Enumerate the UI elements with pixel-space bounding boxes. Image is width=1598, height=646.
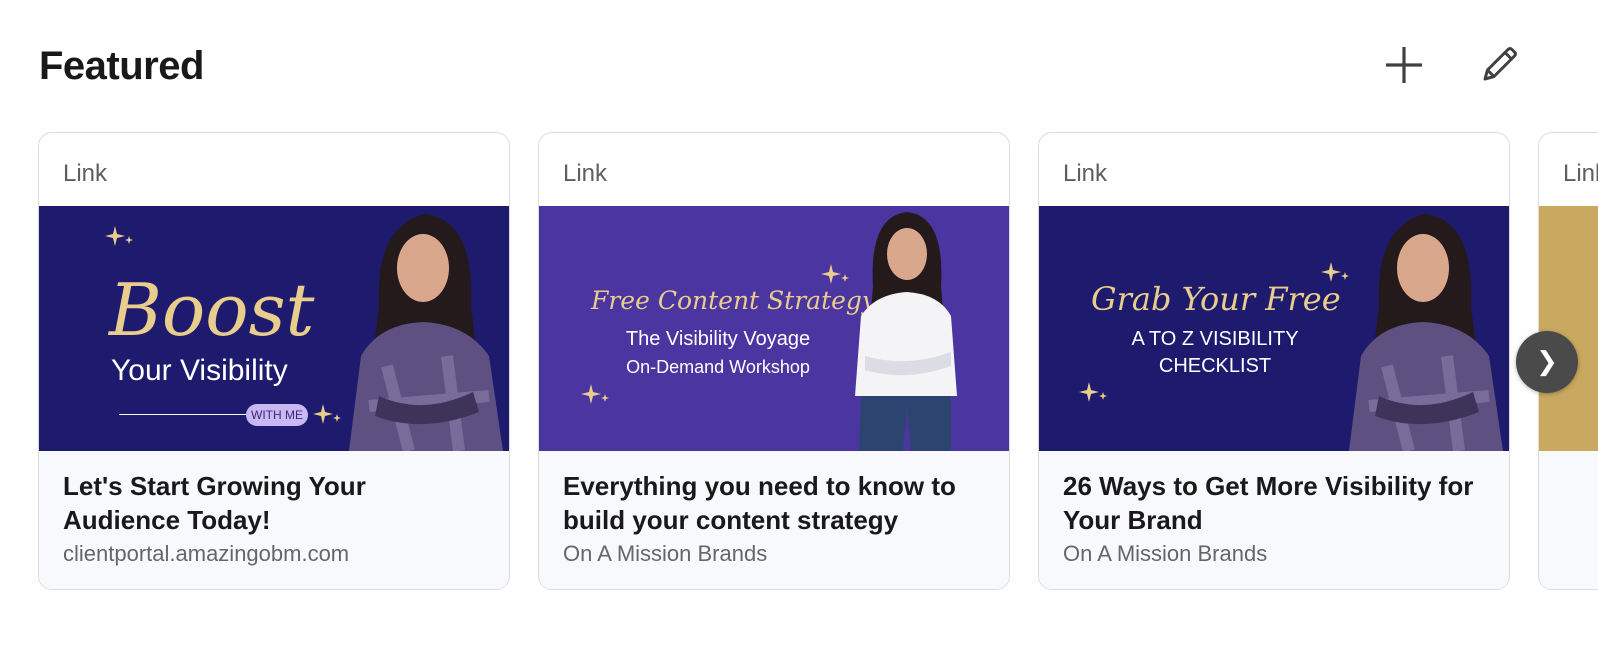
card-type-label: Link [1063,160,1108,187]
sparkle-icon [581,384,609,404]
featured-carousel: Link Boost Your Visibility WITH ME Let's… [37,132,1598,592]
carousel-next-button[interactable]: ❯ [1516,331,1578,393]
card-subtitle: clientportal.amazingobm.com [63,541,350,566]
card-thumbnail: Free Content Strategy The Visibility Voy… [539,206,1009,451]
card-title: Let's Start Growing Your Audience Today! [63,471,366,535]
featured-card[interactable]: Link Grab Your Free A TO Z VISIBILITY CH… [1038,132,1510,590]
sparkle-icon [105,226,133,246]
person-photo [855,212,957,451]
featured-header: Featured [39,38,1558,98]
card-type-label: Link [63,160,108,187]
pencil-icon [1483,47,1517,81]
card-body: 26 Ways to Get More Visibility for Your … [1039,451,1509,589]
plus-icon [1386,47,1422,83]
card-body [1539,451,1598,589]
add-featured-button[interactable] [1377,38,1431,92]
card-thumbnail: Grab Your Free A TO Z VISIBILITY CHECKLI… [1039,206,1509,451]
thumb-script-text: Grab Your Free [1091,280,1341,318]
chevron-right-icon: ❯ [1536,347,1558,377]
edit-featured-button[interactable] [1472,38,1526,92]
card-body: Let's Start Growing Your Audience Today!… [39,451,509,589]
thumb-script-text: Boost [109,268,315,352]
card-thumbnail: Boost Your Visibility WITH ME [39,206,509,451]
card-subtitle: On A Mission Brands [1063,541,1268,566]
thumb-script-text: Free Content Strategy [591,286,877,315]
card-type-label: Link [1563,160,1598,187]
card-subtitle: On A Mission Brands [563,541,768,566]
card-type-label: Link [563,160,608,187]
person-photo [349,214,503,451]
card-thumbnail [1539,206,1598,451]
person-photo [1349,214,1503,451]
card-title: Everything you need to know to build you… [563,471,956,535]
thumb-divider [119,414,247,415]
card-title: 26 Ways to Get More Visibility for Your … [1063,471,1474,535]
thumb-text-line: Your Visibility [111,354,288,387]
section-title: Featured [39,44,204,88]
featured-card[interactable]: Link Free Content Strategy The Visibilit… [538,132,1010,590]
card-body: Everything you need to know to build you… [539,451,1009,589]
featured-card[interactable]: Link Boost Your Visibility WITH ME Let's… [38,132,510,590]
sparkle-icon [1079,382,1107,402]
thumb-pill: WITH ME [246,404,308,426]
